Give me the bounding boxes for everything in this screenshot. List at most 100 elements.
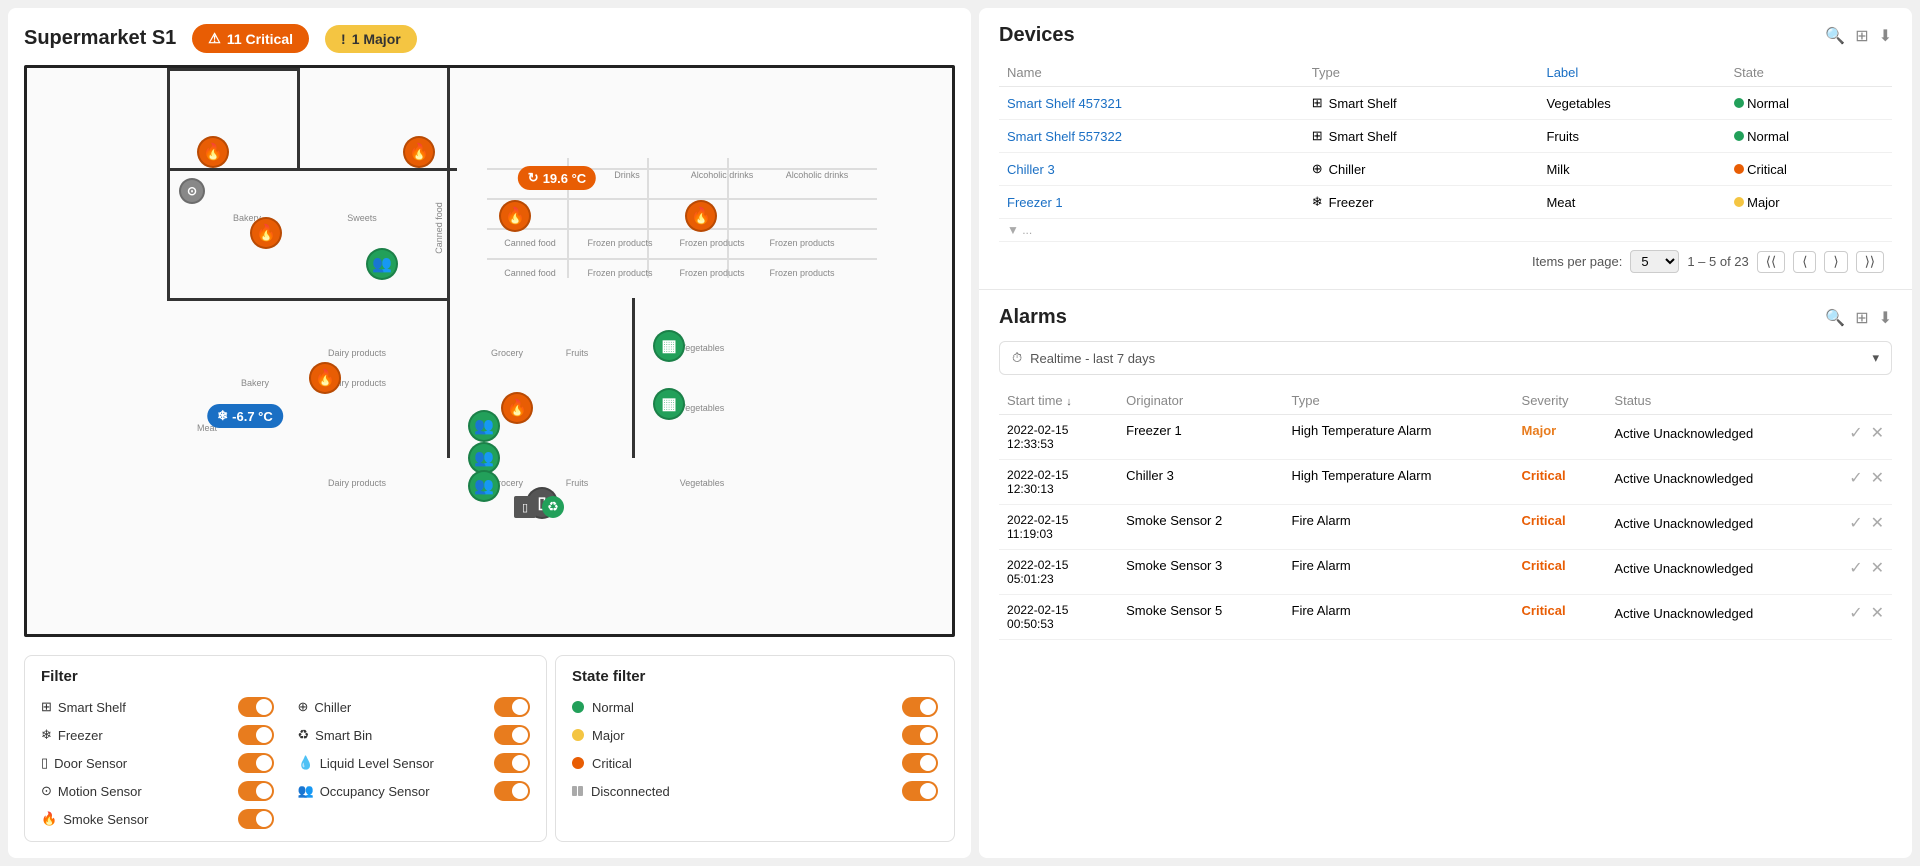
table-row: Chiller 3 ⊕Chiller Milk Critical (999, 153, 1892, 186)
map-icon-people-2[interactable]: 👥 (468, 410, 500, 442)
floor-map[interactable]: Bakery Sweets Bakery Dairy products Dair… (24, 65, 955, 637)
motion-sensor-icon: ⊙ (41, 783, 52, 799)
device-label-cell: Fruits (1538, 120, 1725, 153)
filter-label-smart-shelf: Smart Shelf (58, 700, 126, 715)
map-door-sensor-bottom[interactable]: ▯ (514, 496, 536, 518)
col-label: Label (1538, 59, 1725, 87)
filter-item-liquid-level: 💧 Liquid Level Sensor (298, 753, 531, 773)
sweets-label: Sweets (347, 213, 377, 223)
alarms-grid-icon[interactable]: ⊞ (1855, 308, 1868, 328)
left-header: Supermarket S1 ⚠ 11 Critical ! 1 Major (24, 24, 955, 53)
temp-value-cold: -6.7 °C (232, 409, 273, 424)
left-panel: Supermarket S1 ⚠ 11 Critical ! 1 Major (8, 8, 971, 858)
occupancy-icon: 👥 (298, 783, 314, 799)
alarm-ack-btn[interactable]: ✓ (1849, 513, 1862, 533)
alarm-severity-cell: Critical (1514, 595, 1607, 640)
alarm-clear-btn[interactable]: ✕ (1871, 423, 1884, 443)
right-panel: Devices 🔍 ⊞ ⬇ Name Type Label State (979, 8, 1912, 858)
devices-header: Devices 🔍 ⊞ ⬇ (999, 24, 1892, 47)
device-name-link[interactable]: Chiller 3 (1007, 162, 1055, 177)
toggle-motion-sensor[interactable] (238, 781, 274, 801)
map-icon-shelf-2[interactable]: ▦ (653, 388, 685, 420)
alarms-export-icon[interactable]: ⬇ (1879, 308, 1892, 328)
device-name-link[interactable]: Smart Shelf 557322 (1007, 129, 1122, 144)
toggle-smart-shelf[interactable] (238, 697, 274, 717)
col-start-time[interactable]: Start time ↓ (999, 387, 1118, 415)
last-page-btn[interactable]: ⟩⟩ (1856, 251, 1884, 273)
alarm-ack-btn[interactable]: ✓ (1849, 423, 1862, 443)
refresh-icon: ↻ (528, 170, 539, 186)
dot-critical (572, 757, 584, 769)
toggle-normal[interactable] (902, 697, 938, 717)
toggle-occupancy[interactable] (494, 781, 530, 801)
alarm-ack-btn[interactable]: ✓ (1849, 603, 1862, 623)
prev-page-btn[interactable]: ⟨ (1793, 251, 1816, 273)
severity-badge: Critical (1522, 558, 1566, 573)
toggle-freezer[interactable] (238, 725, 274, 745)
alarm-time-cell: 2022-02-1512:33:53 (999, 415, 1118, 460)
canned1-label: Canned food (504, 238, 556, 248)
alarm-clear-btn[interactable]: ✕ (1871, 513, 1884, 533)
state-label-major: Major (592, 728, 625, 743)
state-item-critical: Critical (572, 753, 938, 773)
devices-table: Name Type Label State Smart Shelf 457321… (999, 59, 1892, 242)
toggle-major[interactable] (902, 725, 938, 745)
alarm-row: 2022-02-1512:30:13 Chiller 3 High Temper… (999, 460, 1892, 505)
filter-box: Filter ⊞ Smart Shelf ⊕ Chiller (24, 655, 547, 842)
map-icon-fire-7[interactable]: 🔥 (501, 392, 533, 424)
alarms-search-icon[interactable]: 🔍 (1825, 308, 1845, 328)
toggle-smoke-sensor[interactable] (238, 809, 274, 829)
alarms-filter-chevron[interactable]: ▾ (1872, 350, 1879, 366)
toggle-door-sensor[interactable] (238, 753, 274, 773)
toggle-smart-bin[interactable] (494, 725, 530, 745)
alarms-filter-row[interactable]: ⏱ Realtime - last 7 days ▾ (999, 341, 1892, 375)
alarm-clear-btn[interactable]: ✕ (1871, 603, 1884, 623)
next-page-btn[interactable]: ⟩ (1824, 251, 1847, 273)
alarm-originator-cell: Smoke Sensor 5 (1118, 595, 1283, 640)
device-name-link[interactable]: Smart Shelf 457321 (1007, 96, 1122, 111)
map-icon-people-1[interactable]: 👥 (366, 248, 398, 280)
alarm-severity-cell: Critical (1514, 505, 1607, 550)
device-state-cell: Normal (1726, 87, 1893, 120)
map-icon-people-4[interactable]: 👥 (468, 470, 500, 502)
device-name-cell: Freezer 1 (999, 186, 1304, 219)
map-icon-fire-3[interactable]: 🔥 (250, 217, 282, 249)
alarm-actions: ✓ ✕ (1849, 603, 1884, 623)
toggle-critical[interactable] (902, 753, 938, 773)
vegetables-label2: Vegetables (680, 403, 725, 413)
items-per-page-select[interactable]: 5 10 25 (1630, 250, 1679, 273)
severity-badge: Critical (1522, 468, 1566, 483)
map-icon-motion[interactable]: ⊙ (179, 178, 205, 204)
frozen4-label: Frozen products (587, 268, 652, 278)
alarms-scroll[interactable]: Start time ↓ Originator Type Severity St… (999, 387, 1892, 842)
device-label-cell: Vegetables (1538, 87, 1725, 120)
alarm-ack-btn[interactable]: ✓ (1849, 468, 1862, 488)
first-page-btn[interactable]: ⟨⟨ (1757, 251, 1785, 273)
device-type-cell: ⊕Chiller (1304, 153, 1539, 186)
alarm-clear-btn[interactable]: ✕ (1871, 468, 1884, 488)
alarm-ack-btn[interactable]: ✓ (1849, 558, 1862, 578)
map-icon-fire-6[interactable]: 🔥 (309, 362, 341, 394)
alarm-row: 2022-02-1512:33:53 Freezer 1 High Temper… (999, 415, 1892, 460)
toggle-liquid-level[interactable] (494, 753, 530, 773)
devices-export-icon[interactable]: ⬇ (1879, 26, 1892, 46)
device-name-link[interactable]: Freezer 1 (1007, 195, 1063, 210)
frozen3-label: Frozen products (769, 238, 834, 248)
alarm-time-cell: 2022-02-1500:50:53 (999, 595, 1118, 640)
device-label-cell: Milk (1538, 153, 1725, 186)
devices-search-icon[interactable]: 🔍 (1825, 26, 1845, 46)
map-icon-fire-1[interactable]: 🔥 (197, 136, 229, 168)
devices-grid-icon[interactable]: ⊞ (1855, 26, 1868, 46)
map-icon-fire-5[interactable]: 🔥 (685, 200, 717, 232)
toggle-chiller[interactable] (494, 697, 530, 717)
map-icon-shelf-1[interactable]: ▦ (653, 330, 685, 362)
map-icon-fire-4[interactable]: 🔥 (499, 200, 531, 232)
table-row: Freezer 1 ❄Freezer Meat Major (999, 186, 1892, 219)
devices-table-container[interactable]: Name Type Label State Smart Shelf 457321… (999, 59, 1892, 242)
map-icon-green-bottom[interactable]: ♻ (542, 496, 564, 518)
filter-item-freezer: ❄ Freezer (41, 725, 274, 745)
toggle-disconnected[interactable] (902, 781, 938, 801)
device-type-cell: ⊞Smart Shelf (1304, 87, 1539, 120)
map-icon-fire-2[interactable]: 🔥 (403, 136, 435, 168)
alarm-clear-btn[interactable]: ✕ (1871, 558, 1884, 578)
